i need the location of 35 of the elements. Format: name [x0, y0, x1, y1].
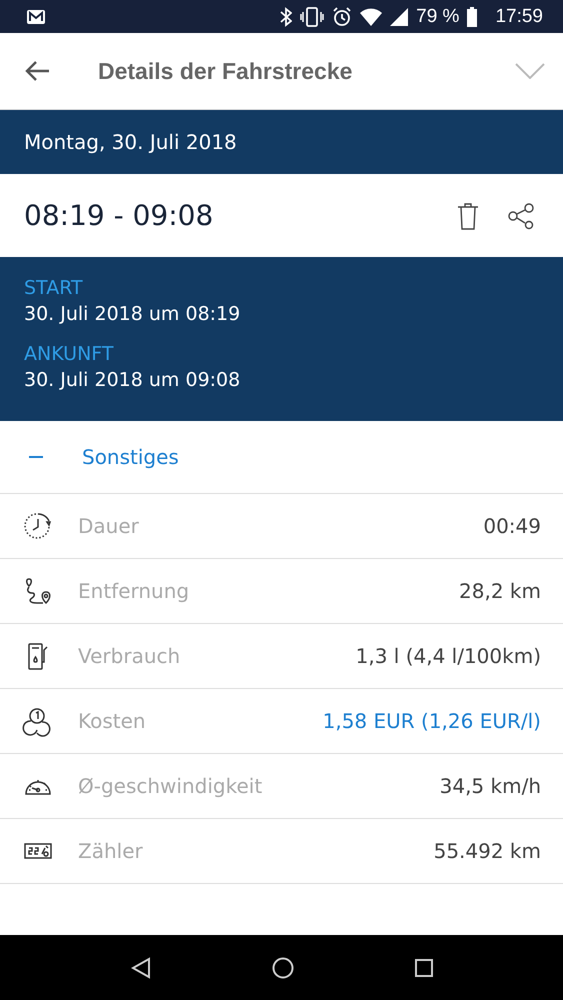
detail-value: 1,58 EUR (1,26 EUR/l) — [322, 709, 541, 733]
bluetooth-icon — [280, 6, 292, 26]
time-range: 08:19 - 09:08 — [24, 199, 214, 232]
trip-value: 30. Juli 2018 um 08:19 — [24, 303, 242, 325]
trash-icon[interactable] — [457, 202, 479, 230]
trip-label: ANKUNFT — [24, 343, 114, 365]
mail-icon — [26, 8, 46, 24]
detail-value: 28,2 km — [459, 579, 541, 603]
detail-label: Entfernung — [78, 579, 190, 603]
back-icon[interactable] — [24, 60, 50, 82]
screen-title: Details der Fahrstrecke — [98, 58, 354, 84]
wifi-icon — [360, 8, 382, 26]
detail-label: Dauer — [78, 514, 140, 538]
trip-label: START — [24, 277, 84, 299]
detail-value: 00:49 — [483, 514, 541, 538]
recents-icon[interactable] — [414, 958, 432, 976]
detail-label: Kosten — [78, 709, 147, 733]
detail-label: Ø-geschwindigkeit — [78, 774, 264, 798]
detail-value: 55.492 km — [434, 839, 541, 863]
back-nav-icon[interactable] — [130, 956, 150, 978]
signal-icon — [390, 8, 408, 26]
detail-value: 34,5 km/h — [440, 774, 541, 798]
trip-value: 30. Juli 2018 um 09:08 — [24, 369, 242, 391]
date-bar: Montag, 30. Juli 2018 — [0, 110, 563, 174]
vibrate-icon — [300, 6, 324, 26]
battery-percent: 79 % — [416, 6, 460, 28]
detail-value: 1,3 l (4,4 l/100km) — [356, 644, 541, 668]
alarm-icon — [332, 6, 352, 26]
section-title[interactable]: Sonstiges — [82, 445, 179, 469]
battery-icon — [467, 6, 478, 26]
detail-label: Zähler — [78, 839, 144, 863]
share-icon[interactable] — [507, 202, 535, 230]
status-time: 17:59 — [495, 6, 543, 28]
home-icon[interactable] — [272, 956, 294, 978]
detail-label: Verbrauch — [78, 644, 182, 668]
